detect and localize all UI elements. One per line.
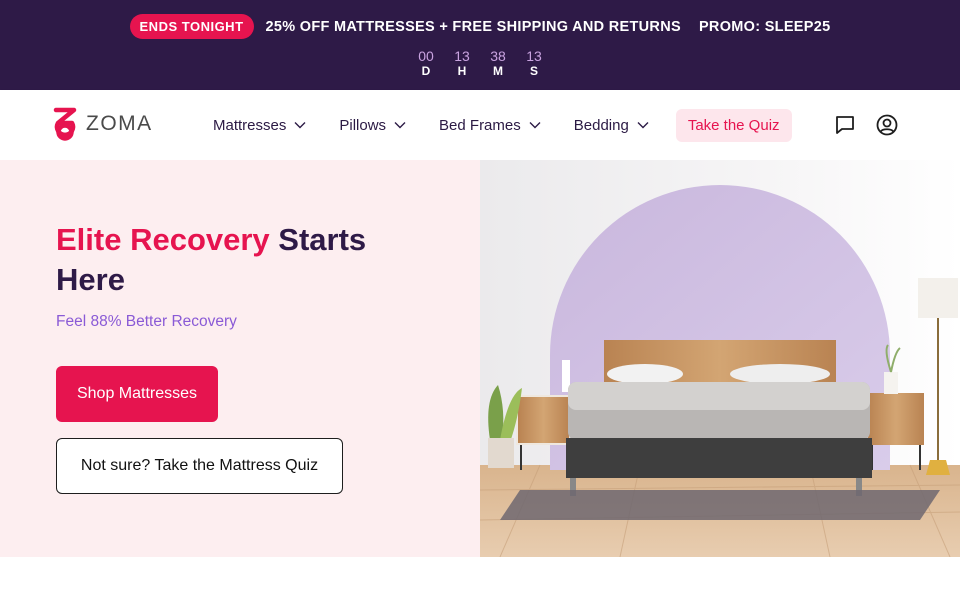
promo-bar: ENDS TONIGHT 25% OFF MATTRESSES + FREE S…: [0, 0, 960, 90]
countdown-minutes: 38 M: [489, 48, 507, 79]
countdown-value: 38: [490, 48, 506, 64]
countdown-label: D: [421, 64, 431, 78]
promo-badge: ENDS TONIGHT: [129, 14, 254, 39]
header-icons: [834, 114, 898, 136]
nav-label: Bedding: [573, 116, 629, 134]
countdown-value: 00: [418, 48, 434, 64]
countdown-label: S: [529, 64, 538, 78]
bedroom-illustration: [480, 160, 960, 557]
account-icon[interactable]: [876, 114, 898, 136]
zoma-logo-icon: [53, 107, 77, 141]
take-quiz-button[interactable]: Take the Quiz: [675, 108, 792, 142]
chevron-down-icon: [529, 122, 541, 129]
hero-subtitle: Feel 88% Better Recovery: [56, 313, 237, 330]
nav-label: Pillows: [339, 116, 387, 134]
hero-title-accent: Elite Recovery: [56, 222, 270, 257]
hero-title: Elite Recovery Starts Here: [56, 220, 436, 300]
shop-mattresses-button[interactable]: Shop Mattresses: [56, 366, 218, 422]
nav-label: Bed Frames: [439, 116, 521, 134]
chevron-down-icon: [637, 122, 649, 129]
countdown-seconds: 13 S: [525, 48, 543, 79]
nav-bed-frames[interactable]: Bed Frames: [439, 117, 541, 134]
site-header: ZOMA Mattresses Pillows Bed Frames Beddi…: [0, 90, 960, 160]
countdown-label: H: [457, 64, 467, 78]
countdown-hours: 13 H: [453, 48, 471, 79]
countdown-value: 13: [526, 48, 542, 64]
countdown-days: 00 D: [417, 48, 435, 79]
logo-text: ZOMA: [86, 112, 153, 135]
countdown-value: 13: [454, 48, 470, 64]
countdown-label: M: [493, 64, 503, 78]
countdown-timer: 00 D 13 H 38 M 13 S: [0, 48, 960, 79]
chevron-down-icon: [394, 122, 406, 129]
nav-pillows[interactable]: Pillows: [339, 117, 406, 134]
hero-image: [480, 160, 960, 557]
promo-row: ENDS TONIGHT 25% OFF MATTRESSES + FREE S…: [0, 14, 960, 39]
promo-code: PROMO: SLEEP25: [698, 18, 831, 35]
promo-text: 25% OFF MATTRESSES + FREE SHIPPING AND R…: [265, 18, 681, 35]
mattress-quiz-button[interactable]: Not sure? Take the Mattress Quiz: [56, 438, 343, 494]
nav-bedding[interactable]: Bedding: [574, 117, 649, 134]
logo[interactable]: ZOMA: [52, 107, 153, 141]
main-nav: Mattresses Pillows Bed Frames Bedding Ta…: [213, 90, 792, 160]
nav-mattresses[interactable]: Mattresses: [213, 117, 306, 134]
chat-icon[interactable]: [834, 114, 856, 136]
nav-label: Mattresses: [213, 116, 287, 134]
chevron-down-icon: [294, 122, 306, 129]
